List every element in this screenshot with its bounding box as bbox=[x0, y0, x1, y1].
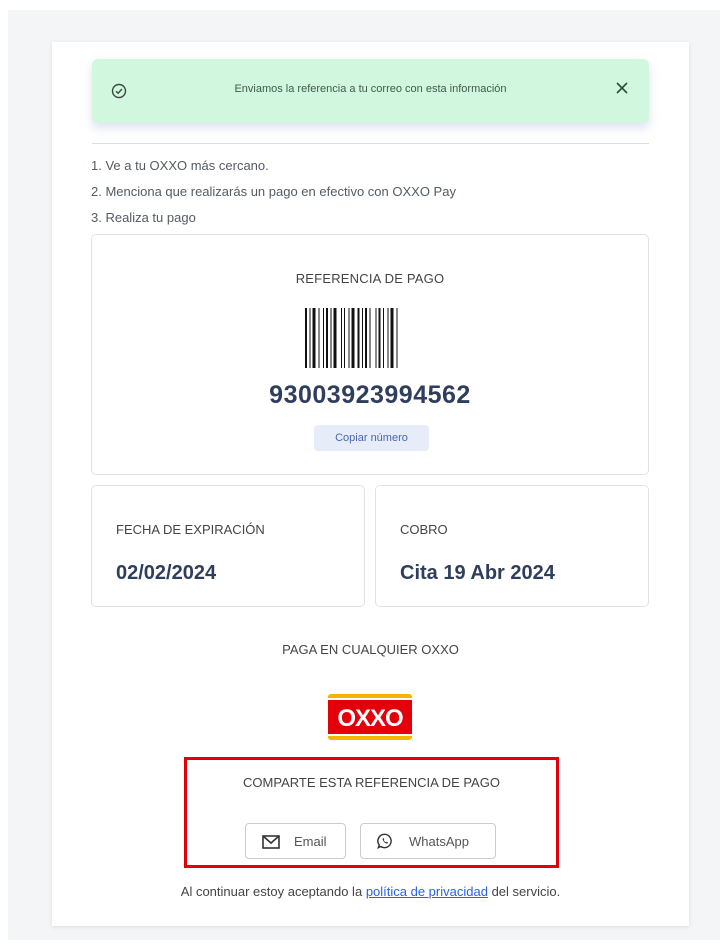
alert-message: Enviamos la referencia a tu correo con e… bbox=[234, 83, 507, 95]
barcode-bar bbox=[341, 308, 342, 368]
close-icon[interactable] bbox=[615, 81, 629, 95]
charge-card: COBRO Cita 19 Abr 2024 bbox=[375, 485, 649, 607]
barcode-bar bbox=[333, 308, 337, 368]
barcode-bar bbox=[312, 308, 316, 368]
share-title: COMPARTE ESTA REFERENCIA DE PAGO bbox=[243, 775, 500, 790]
whatsapp-label: WhatsApp bbox=[409, 834, 469, 849]
barcode-bar bbox=[323, 308, 324, 368]
charge-label: COBRO bbox=[400, 522, 448, 537]
privacy-policy-link[interactable]: política de privacidad bbox=[366, 884, 488, 899]
charge-value: Cita 19 Abr 2024 bbox=[400, 562, 555, 584]
barcode-bar bbox=[383, 308, 384, 368]
barcode-bar bbox=[318, 308, 320, 368]
divider bbox=[92, 143, 649, 144]
barcode-bar bbox=[351, 308, 355, 368]
email-share-button[interactable]: Email bbox=[245, 823, 346, 859]
success-alert: Enviamos la referencia a tu correo con e… bbox=[92, 59, 649, 123]
envelope-icon bbox=[262, 835, 280, 849]
barcode-bar bbox=[326, 308, 328, 368]
expiration-date: 02/02/2024 bbox=[116, 562, 217, 584]
whatsapp-icon bbox=[377, 833, 392, 849]
barcode-bar bbox=[378, 308, 381, 368]
barcode-bar bbox=[396, 308, 398, 368]
consent-text-before: Al continuar estoy aceptando la bbox=[180, 884, 363, 899]
barcode bbox=[305, 308, 398, 368]
consent-text-after: del servicio. bbox=[491, 884, 561, 899]
svg-text:OXXO: OXXO bbox=[337, 705, 403, 732]
reference-number: 93003923994562 bbox=[269, 381, 471, 409]
email-label: Email bbox=[294, 834, 327, 849]
pay-anywhere-label: PAGA EN CUALQUIER OXXO bbox=[282, 642, 459, 657]
privacy-consent: Al continuar estoy aceptando la política… bbox=[52, 884, 689, 899]
reference-title: REFERENCIA DE PAGO bbox=[295, 271, 445, 286]
barcode-bar bbox=[348, 308, 350, 368]
barcode-bar bbox=[330, 308, 332, 368]
expiration-label: FECHA DE EXPIRACIÓN bbox=[116, 522, 265, 537]
barcode-bar bbox=[305, 308, 307, 368]
oxxo-logo: OXXO bbox=[328, 694, 412, 740]
barcode-bar bbox=[309, 308, 311, 368]
instruction-step: 2. Menciona que realizarás un pago en ef… bbox=[91, 184, 456, 199]
copy-number-button[interactable]: Copiar número bbox=[314, 425, 429, 451]
barcode-bar bbox=[365, 308, 367, 368]
whatsapp-share-button[interactable]: WhatsApp bbox=[360, 823, 496, 859]
reference-card: REFERENCIA DE PAGO 93003923994562 Copiar… bbox=[91, 234, 649, 475]
instruction-step: 1. Ve a tu OXXO más cercano. bbox=[91, 158, 269, 173]
instructions-list: 1. Ve a tu OXXO más cercano. 2. Menciona… bbox=[91, 153, 456, 231]
barcode-bar bbox=[362, 308, 363, 368]
expiration-card: FECHA DE EXPIRACIÓN 02/02/2024 bbox=[91, 485, 365, 607]
barcode-bar bbox=[344, 308, 345, 368]
barcode-bar bbox=[369, 308, 371, 368]
instruction-step: 3. Realiza tu pago bbox=[91, 210, 196, 225]
barcode-bar bbox=[357, 308, 360, 368]
barcode-bar bbox=[375, 308, 377, 368]
barcode-bar bbox=[390, 308, 394, 368]
barcode-bar bbox=[387, 308, 389, 368]
